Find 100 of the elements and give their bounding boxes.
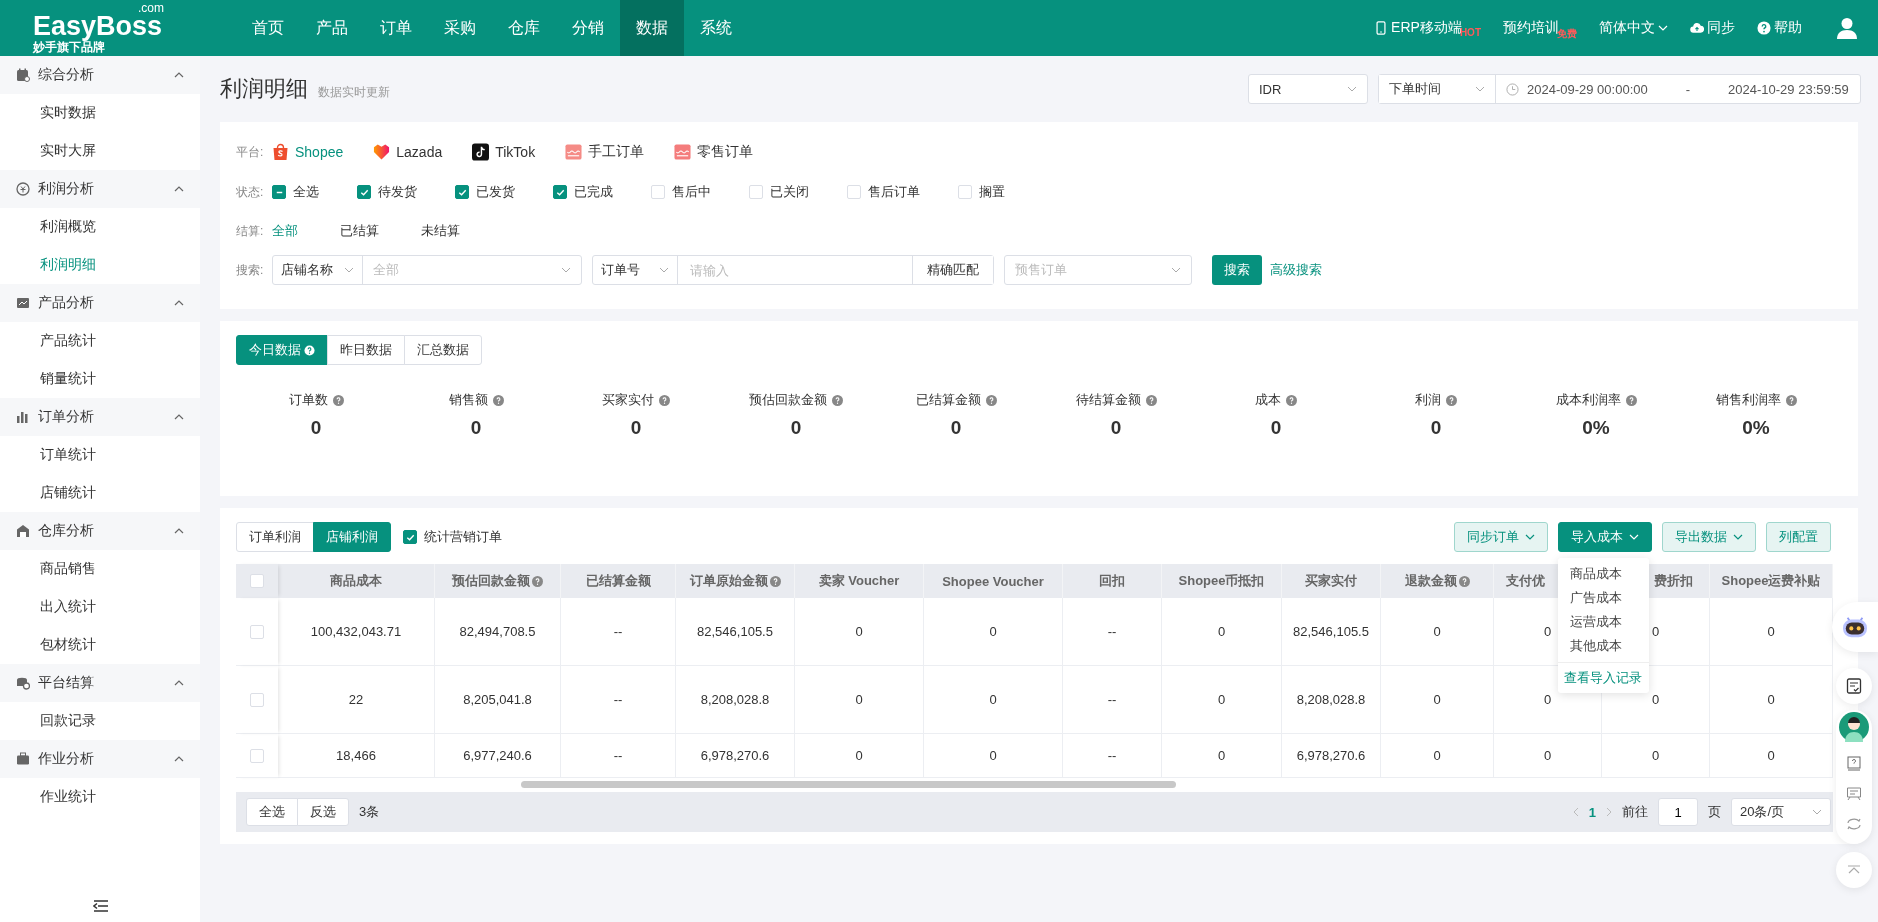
platform-option[interactable]: TikTok (472, 143, 536, 161)
checkbox[interactable] (272, 185, 286, 199)
help-icon[interactable] (1785, 394, 1797, 406)
logo[interactable]: EasyBoss (33, 12, 163, 40)
checkbox[interactable] (357, 185, 371, 199)
sidebar-group[interactable]: 平台结算 (0, 664, 200, 702)
task-list-button[interactable] (1836, 668, 1872, 704)
platform-option[interactable]: 手工订单 (565, 143, 645, 161)
menu-item[interactable]: 运营成本 (1558, 610, 1649, 634)
help-icon[interactable] (1625, 394, 1637, 406)
header-link[interactable]: 预约培训 (1503, 19, 1559, 37)
help-icon[interactable] (492, 394, 504, 406)
help-book-icon[interactable] (1846, 756, 1862, 772)
toolbar-button[interactable]: 同步订单 (1454, 522, 1548, 552)
advanced-search-link[interactable]: 高级搜索 (1270, 261, 1322, 279)
sidebar-item[interactable]: 实时大屏 (0, 132, 200, 170)
nav-item[interactable]: 采购 (428, 0, 492, 56)
currency-select[interactable]: IDR (1248, 74, 1368, 104)
table-cell: 0 (1433, 624, 1441, 639)
sidebar-group[interactable]: 订单分析 (0, 398, 200, 436)
nav-item[interactable]: 仓库 (492, 0, 556, 56)
table-cell: 8,208,028.8 (1296, 692, 1366, 707)
scrollbar-thumb[interactable] (521, 781, 1176, 788)
sidebar-item[interactable]: 销量统计 (0, 360, 200, 398)
column-header: 商品成本 (330, 572, 382, 590)
select-all-button[interactable]: 全选 (246, 798, 298, 826)
help-icon[interactable] (769, 575, 781, 587)
help-icon[interactable] (985, 394, 997, 406)
import-records-link[interactable]: 查看导入记录 (1558, 662, 1649, 693)
header-link[interactable]: 同步 (1690, 19, 1735, 37)
table-cell: 100,432,043.71 (310, 624, 402, 639)
nav-item[interactable]: 分销 (556, 0, 620, 56)
caret-icon (1658, 25, 1668, 31)
stats-tab[interactable]: 今日数据 (236, 335, 328, 365)
view-tab[interactable]: 订单利润 (236, 522, 314, 552)
help-icon[interactable] (304, 344, 315, 356)
toolbar-button[interactable]: 导出数据 (1662, 522, 1756, 552)
page-input[interactable]: 1 (1658, 798, 1698, 826)
settlement-option[interactable]: 全部 (272, 222, 298, 240)
refresh-icon[interactable] (1846, 816, 1862, 832)
checkbox[interactable] (455, 185, 469, 199)
sidebar-item[interactable]: 订单统计 (0, 436, 200, 474)
checkbox[interactable] (403, 530, 417, 544)
search-button[interactable]: 搜索 (1212, 255, 1262, 285)
sidebar-item[interactable]: 利润概览 (0, 208, 200, 246)
toolbar-button[interactable]: 导入成本 (1558, 522, 1652, 552)
help-icon[interactable] (1446, 394, 1457, 406)
invert-selection-button[interactable]: 反选 (297, 798, 349, 826)
avatar-icon[interactable] (1839, 712, 1869, 742)
collapse-menu-icon[interactable] (93, 900, 109, 912)
help-icon[interactable] (332, 394, 344, 406)
nav-item[interactable]: 产品 (300, 0, 364, 56)
nav-item[interactable]: 首页 (236, 0, 300, 56)
view-tab[interactable]: 店铺利润 (313, 522, 391, 552)
menu-item[interactable]: 广告成本 (1558, 586, 1649, 610)
platform-option[interactable]: 零售订单 (674, 143, 754, 161)
table-cell: 0 (855, 748, 863, 763)
platform-option[interactable]: Shopee (272, 143, 344, 161)
help-icon[interactable] (1458, 575, 1470, 587)
help-icon[interactable] (659, 394, 670, 406)
menu-item[interactable]: 其他成本 (1558, 634, 1649, 658)
sidebar-group[interactable]: 产品分析 (0, 284, 200, 322)
nav-item[interactable]: 订单 (364, 0, 428, 56)
nav-item[interactable]: 数据 (620, 0, 684, 56)
sidebar-group[interactable]: 作业分析 (0, 740, 200, 778)
sidebar-item[interactable]: 回款记录 (0, 702, 200, 740)
sidebar-item[interactable]: 作业统计 (0, 778, 200, 816)
sidebar-item[interactable]: 产品统计 (0, 322, 200, 360)
cloud-upload-icon (1690, 21, 1704, 35)
sidebar-group[interactable]: 综合分析 (0, 56, 200, 94)
help-icon[interactable] (1286, 394, 1297, 406)
chat-icon[interactable] (1846, 786, 1862, 802)
menu-item[interactable]: 商品成本 (1558, 562, 1649, 586)
coins-icon (16, 676, 30, 690)
header-link[interactable]: 简体中文 (1599, 19, 1668, 37)
sidebar-item[interactable]: 利润明细 (0, 246, 200, 284)
help-icon[interactable] (1145, 394, 1157, 406)
settlement-option[interactable]: 已结算 (340, 222, 379, 240)
sidebar-item[interactable]: 出入统计 (0, 588, 200, 626)
checkbox-label: 统计营销订单 (424, 528, 502, 546)
sidebar-item[interactable]: 店铺统计 (0, 474, 200, 512)
toolbar-button[interactable]: 列配置 (1766, 522, 1831, 552)
stats-tab[interactable]: 昨日数据 (327, 335, 405, 365)
help-icon[interactable] (532, 575, 543, 587)
stats-tab[interactable]: 汇总数据 (404, 335, 482, 365)
chevron-icon (174, 756, 184, 762)
sidebar-item[interactable]: 商品销售 (0, 550, 200, 588)
user-icon[interactable] (1836, 17, 1858, 39)
sidebar-group[interactable]: 仓库分析 (0, 512, 200, 550)
nav-item[interactable]: 系统 (684, 0, 748, 56)
sidebar-group[interactable]: 利润分析 (0, 170, 200, 208)
platform-option[interactable]: Lazada (373, 143, 443, 161)
header-link[interactable]: 帮助 (1757, 19, 1802, 37)
table-cell: 0 (1767, 748, 1775, 763)
page-size-select[interactable]: 20条/页 (1731, 798, 1831, 826)
help-icon[interactable] (832, 394, 843, 406)
sidebar-item[interactable]: 实时数据 (0, 94, 200, 132)
settlement-option[interactable]: 未结算 (421, 222, 460, 240)
sidebar-item[interactable]: 包材统计 (0, 626, 200, 664)
checkbox[interactable] (553, 185, 567, 199)
